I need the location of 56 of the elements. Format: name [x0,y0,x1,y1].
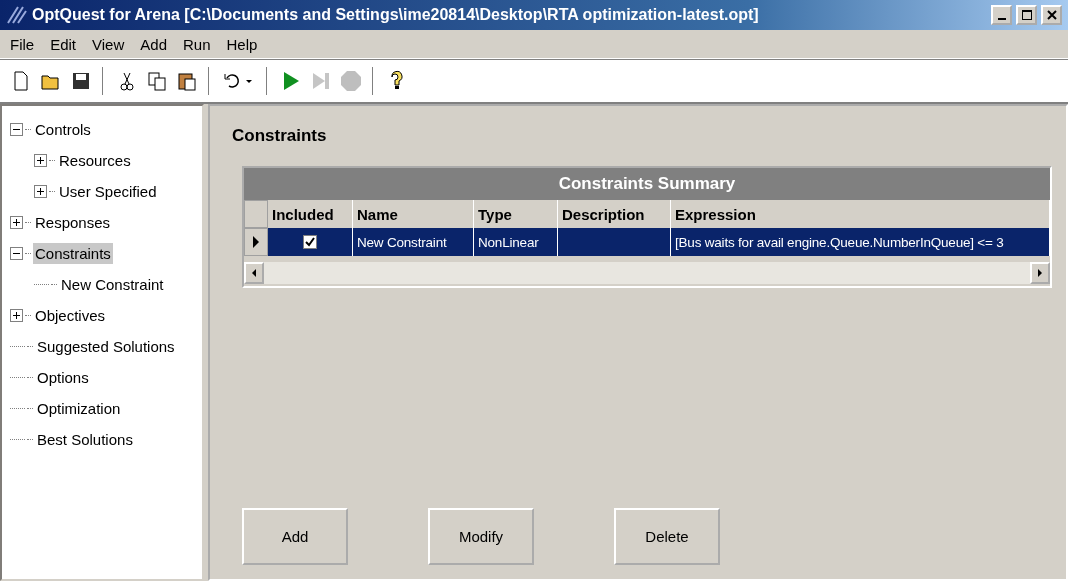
tree-item[interactable]: Optimization [35,398,123,419]
tree-item[interactable]: New Constraint [59,274,166,295]
tree-item[interactable]: Options [35,367,91,388]
check-icon [305,237,315,247]
scroll-right-button[interactable] [1030,262,1050,284]
menu-item[interactable]: Edit [44,33,83,55]
tree-item[interactable]: Best Solutions [35,429,135,450]
expander-toggle[interactable] [10,123,23,136]
save-icon [70,70,92,92]
expander-toggle[interactable] [10,216,23,229]
table-cell: NonLinear [474,228,558,256]
grid-title: Constraints Summary [244,168,1050,200]
stop-sign-icon [340,70,362,92]
plus-icon [36,156,45,165]
menu-item[interactable]: Help [220,33,264,55]
tree-item[interactable]: Controls [33,119,93,140]
plus-icon [12,311,21,320]
table-cell: [Bus waits for avail engine.Queue.NumberInQueue] <= 3 [671,228,1050,256]
row-header[interactable] [244,228,268,256]
included-checkbox[interactable] [303,235,317,249]
action-button[interactable]: Modify [428,508,534,565]
tree-item[interactable]: Resources [57,150,133,171]
tree-item[interactable]: Suggested Solutions [35,336,177,357]
close-button[interactable] [1041,5,1062,25]
window-title: OptQuest for Arena [C:\Documents and Settings\ime20814\Desktop\RTA optimization-latest.opt] [32,6,760,24]
left-arrow-icon [251,268,257,278]
minimize-icon [997,18,1006,20]
tree-item[interactable]: User Specified [57,181,159,202]
clipboard-icon [176,70,198,92]
action-button[interactable]: Delete [614,508,720,565]
plus-icon [12,218,21,227]
menu-item[interactable]: Run [177,33,217,55]
right-arrow-icon [1037,268,1043,278]
tree-item[interactable]: Constraints [33,243,113,264]
maximize-button[interactable] [1016,5,1037,25]
step-icon [310,70,332,92]
menu-item[interactable]: View [86,33,131,55]
table-cell: New Constraint [353,228,474,256]
tree-item[interactable]: Responses [33,212,113,233]
minimize-button[interactable] [991,5,1012,25]
maximize-icon [1021,10,1032,20]
expander-toggle[interactable] [10,309,23,322]
menu-item[interactable]: File [4,33,41,55]
expander-toggle[interactable] [34,185,47,198]
action-button[interactable]: Add [242,508,348,565]
current-row-icon [252,235,260,249]
expander-toggle[interactable] [10,247,23,260]
plus-icon [36,187,45,196]
tree-item[interactable]: Objectives [33,305,108,326]
close-icon [1046,10,1057,20]
menu-item[interactable]: Add [134,33,173,55]
scroll-left-button[interactable] [244,262,264,284]
app-logo-icon [6,5,28,25]
copy-icon [146,70,168,92]
panel-title: Constraints [232,126,328,146]
expander-toggle[interactable] [34,154,47,167]
